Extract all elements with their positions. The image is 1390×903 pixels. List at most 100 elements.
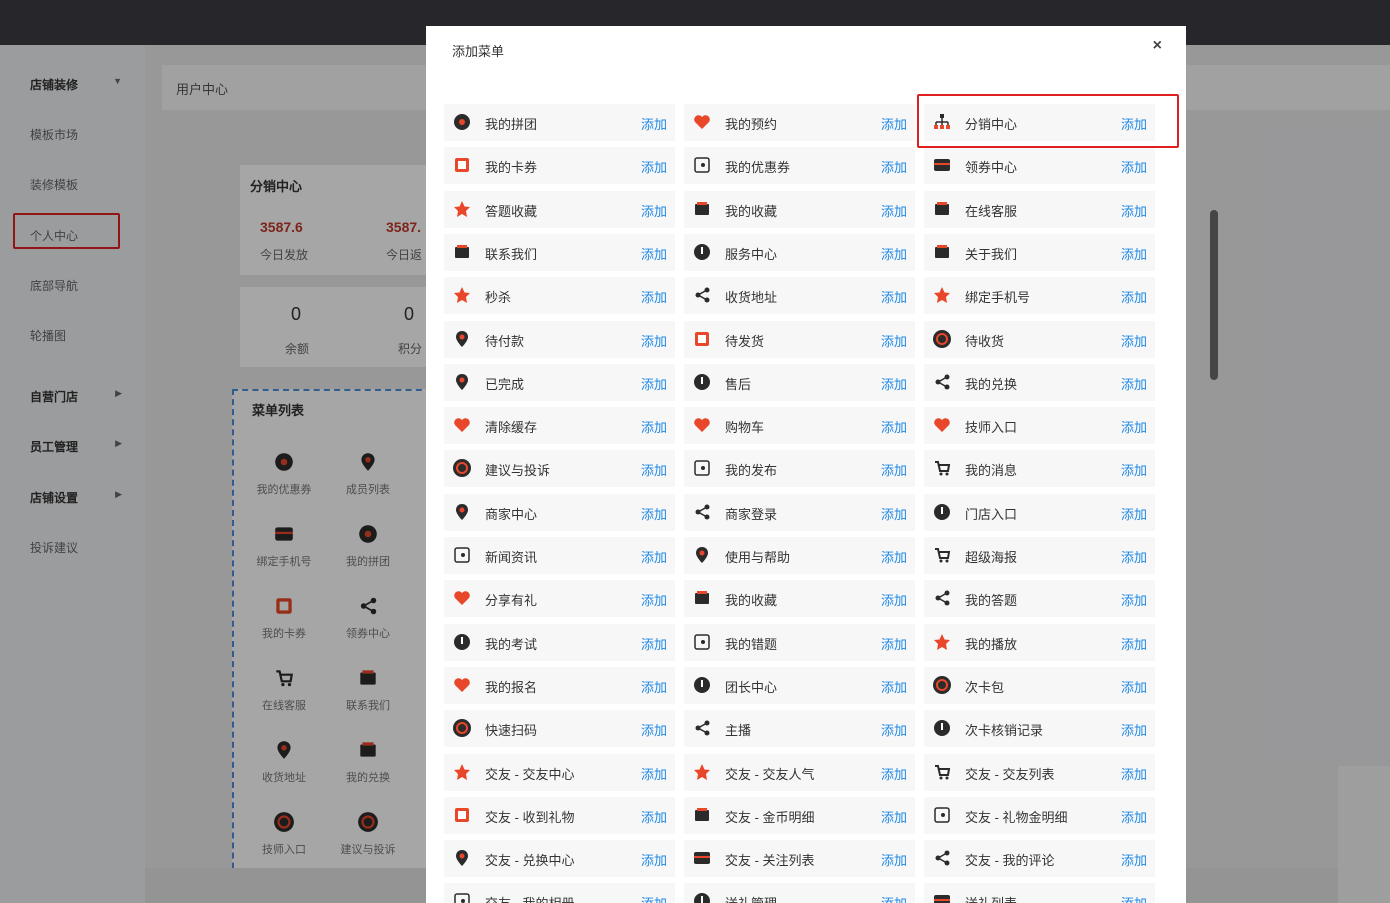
menu-option: 商家登录 添加 (684, 494, 915, 531)
add-button[interactable]: 添加 (881, 504, 907, 523)
add-button[interactable]: 添加 (1121, 634, 1147, 653)
add-button[interactable]: 添加 (1121, 590, 1147, 609)
menu-option-name: 交友 - 礼物金明细 (965, 810, 1068, 825)
menu-option-icon (454, 201, 470, 217)
menu-option: 售后 添加 (684, 364, 915, 401)
menu-option-name: 联系我们 (485, 247, 538, 262)
menu-option-name: 购物车 (725, 420, 765, 435)
add-button[interactable]: 添加 (641, 504, 667, 523)
menu-option-name: 售后 (725, 377, 752, 392)
add-button[interactable]: 添加 (641, 201, 667, 220)
add-button[interactable]: 添加 (881, 201, 907, 220)
menu-option-icon (933, 676, 951, 694)
menu-option: 我的收藏 添加 (684, 580, 915, 617)
add-button[interactable]: 添加 (1121, 807, 1147, 826)
add-button[interactable]: 添加 (1121, 720, 1147, 739)
add-button[interactable]: 添加 (641, 287, 667, 306)
menu-option-icon (933, 330, 951, 348)
add-button[interactable]: 添加 (881, 374, 907, 393)
menu-option: 我的预约 添加 (684, 104, 915, 141)
menu-option-name: 使用与帮助 (725, 550, 791, 565)
add-button[interactable]: 添加 (1121, 764, 1147, 783)
menu-option-name: 我的优惠券 (725, 160, 791, 175)
add-button[interactable]: 添加 (641, 157, 667, 176)
menu-option-icon (934, 504, 950, 520)
add-button[interactable]: 添加 (641, 677, 667, 696)
add-button[interactable]: 添加 (881, 287, 907, 306)
add-button[interactable]: 添加 (881, 331, 907, 350)
menu-option-name: 交友 - 兑换中心 (485, 853, 575, 868)
add-button[interactable]: 添加 (641, 244, 667, 263)
menu-option-icon (694, 418, 710, 432)
add-button[interactable]: 添加 (641, 807, 667, 826)
add-button[interactable]: 添加 (641, 374, 667, 393)
menu-option: 我的消息 添加 (924, 450, 1155, 487)
menu-option: 我的收藏 添加 (684, 191, 915, 228)
menu-option-icon (935, 590, 950, 606)
add-button[interactable]: 添加 (881, 417, 907, 436)
add-button[interactable]: 添加 (641, 460, 667, 479)
menu-option-name: 收货地址 (725, 290, 778, 305)
menu-option: 交友 - 兑换中心 添加 (444, 840, 675, 877)
menu-option-name: 快速扫码 (485, 723, 538, 738)
close-icon[interactable]: × (1153, 37, 1162, 55)
add-button[interactable]: 添加 (641, 893, 667, 903)
menu-option-icon (934, 287, 950, 303)
add-button[interactable]: 添加 (1121, 201, 1147, 220)
add-button[interactable]: 添加 (881, 850, 907, 869)
add-menu-dialog: 添加菜单 × 我的拼团 添加 我的预约 添加 分销中心 添加 我的卡券 添加 我的优惠券 添加 领券… (426, 26, 1186, 903)
menu-option: 服务中心 添加 (684, 234, 915, 271)
add-button[interactable]: 添加 (881, 460, 907, 479)
add-button[interactable]: 添加 (881, 244, 907, 263)
menu-option: 待付款 添加 (444, 321, 675, 358)
add-button[interactable]: 添加 (881, 893, 907, 903)
add-button[interactable]: 添加 (881, 634, 907, 653)
menu-option: 联系我们 添加 (444, 234, 675, 271)
add-button[interactable]: 添加 (881, 590, 907, 609)
add-button[interactable]: 添加 (1121, 157, 1147, 176)
add-button[interactable]: 添加 (1121, 417, 1147, 436)
add-button[interactable]: 添加 (881, 764, 907, 783)
add-button[interactable]: 添加 (641, 331, 667, 350)
menu-option-icon (694, 115, 710, 129)
menu-option-icon (454, 114, 470, 130)
add-button[interactable]: 添加 (641, 850, 667, 869)
add-button[interactable]: 添加 (1121, 504, 1147, 523)
menu-option-name: 交友 - 关注列表 (725, 853, 815, 868)
menu-option-name: 绑定手机号 (965, 290, 1031, 305)
add-button[interactable]: 添加 (1121, 677, 1147, 696)
menu-option-name: 待付款 (485, 334, 525, 349)
add-button[interactable]: 添加 (641, 634, 667, 653)
add-button[interactable]: 添加 (641, 590, 667, 609)
add-button[interactable]: 添加 (1121, 850, 1147, 869)
menu-option: 次卡核销记录 添加 (924, 710, 1155, 747)
add-button[interactable]: 添加 (641, 764, 667, 783)
menu-option-name: 交友 - 金币明细 (725, 810, 815, 825)
menu-option-name: 我的播放 (965, 637, 1018, 652)
add-button[interactable]: 添加 (1121, 244, 1147, 263)
add-button[interactable]: 添加 (881, 807, 907, 826)
menu-option-icon (934, 634, 950, 650)
add-button[interactable]: 添加 (641, 720, 667, 739)
menu-option-icon (453, 459, 471, 477)
add-button[interactable]: 添加 (881, 114, 907, 133)
add-button[interactable]: 添加 (881, 677, 907, 696)
add-button[interactable]: 添加 (1121, 374, 1147, 393)
add-button[interactable]: 添加 (881, 720, 907, 739)
add-button[interactable]: 添加 (881, 157, 907, 176)
add-button[interactable]: 添加 (1121, 287, 1147, 306)
add-button[interactable]: 添加 (1121, 893, 1147, 903)
add-button[interactable]: 添加 (1121, 460, 1147, 479)
menu-option-icon (695, 504, 710, 520)
menu-option-name: 秒杀 (485, 290, 512, 305)
add-button[interactable]: 添加 (641, 547, 667, 566)
add-button[interactable]: 添加 (641, 417, 667, 436)
menu-option: 待收货 添加 (924, 321, 1155, 358)
add-button[interactable]: 添加 (641, 114, 667, 133)
menu-option-name: 交友 - 我的评论 (965, 853, 1055, 868)
add-button[interactable]: 添加 (881, 547, 907, 566)
menu-option: 送礼列表 添加 (924, 883, 1155, 903)
add-button[interactable]: 添加 (1121, 331, 1147, 350)
add-button[interactable]: 添加 (1121, 547, 1147, 566)
menu-option-icon (934, 807, 950, 823)
